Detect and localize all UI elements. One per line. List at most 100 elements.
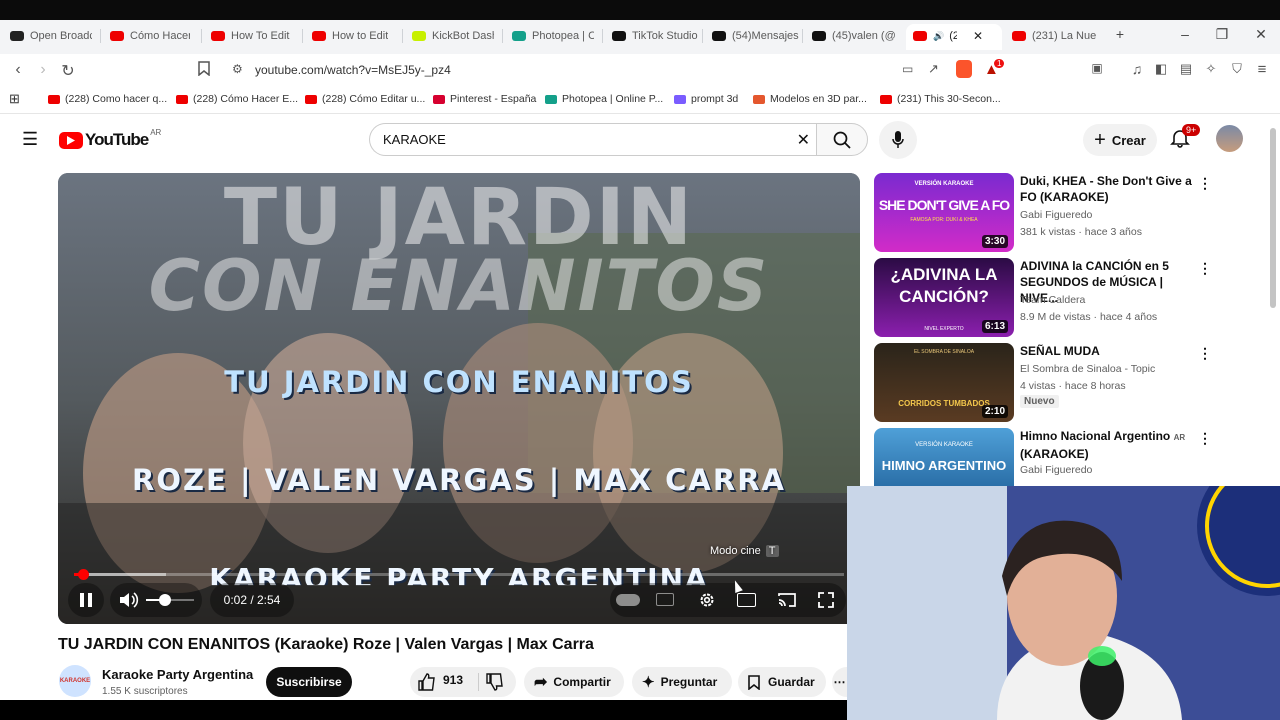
browser-tab[interactable]: KickBot Dash: [412, 25, 494, 47]
channel-name[interactable]: Karaoke Party Argentina: [102, 667, 253, 682]
subtitles-icon[interactable]: [656, 593, 674, 606]
browser-tab[interactable]: Photopea | C: [512, 25, 594, 47]
bookmark-label: (228) Como hacer q...: [65, 93, 168, 105]
channel-avatar[interactable]: KARAOKE: [59, 665, 91, 697]
leo-icon[interactable]: ▣: [1087, 61, 1107, 75]
forward-icon[interactable]: ›: [33, 61, 53, 79]
recommendation-item[interactable]: VERSIÓN KARAOKE HIMNO ARGENTINO Himno Na…: [874, 428, 1214, 486]
share-button[interactable]: ➦ Compartir: [524, 667, 624, 697]
recommendation-item[interactable]: VERSIÓN KARAOKE SHE DON'T GIVE A FO FAMO…: [874, 173, 1214, 253]
settings-gear-icon[interactable]: [698, 591, 716, 609]
recommendation-channel[interactable]: Gabi Figueredo: [1020, 209, 1092, 221]
create-button[interactable]: + Crear: [1083, 124, 1157, 156]
address-bar[interactable]: ⚙ youtube.com/watch?v=MsEJ5y-_pz4 ▭ ↗ ▲ …: [222, 58, 1012, 82]
save-button[interactable]: Guardar: [738, 667, 826, 697]
install-app-icon[interactable]: ▭: [902, 62, 913, 76]
youtube-logo[interactable]: YouTube AR: [59, 128, 161, 150]
fullscreen-icon[interactable]: [818, 592, 834, 608]
more-options-icon[interactable]: ⋮: [1198, 260, 1212, 277]
voice-search-button[interactable]: [879, 121, 917, 159]
vpn-icon[interactable]: ⛉: [1227, 61, 1247, 77]
restore-button[interactable]: ❐: [1212, 26, 1232, 43]
bookmark-icon[interactable]: [194, 61, 214, 79]
page-scrollbar[interactable]: [1270, 128, 1276, 308]
search-button[interactable]: [816, 123, 868, 156]
new-tab-button[interactable]: +: [1110, 26, 1130, 42]
video-thumbnail[interactable]: VERSIÓN KARAOKE HIMNO ARGENTINO: [874, 428, 1014, 486]
recommendation-channel[interactable]: Gabi Figueredo: [1020, 464, 1092, 476]
thumbnail-tag: VERSIÓN KARAOKE: [915, 442, 973, 448]
recommendation-channel[interactable]: El Sombra de Sinaloa - Topic: [1020, 363, 1155, 375]
dislike-button[interactable]: [486, 673, 504, 694]
progress-bar[interactable]: [74, 569, 844, 580]
recommendation-channel[interactable]: Team Caldera: [1020, 294, 1085, 306]
bookmark-item[interactable]: (231) This 30-Secon...: [880, 93, 1001, 105]
reload-icon[interactable]: ↻: [58, 61, 78, 81]
bookmark-item[interactable]: (228) Cómo Hacer E...: [176, 93, 298, 105]
more-options-icon[interactable]: ⋮: [1198, 430, 1212, 447]
more-options-icon[interactable]: ⋮: [1198, 175, 1212, 192]
close-tab-icon[interactable]: ✕: [973, 29, 983, 43]
tab-audio-icon[interactable]: 🔊: [933, 31, 944, 42]
browser-tab[interactable]: (231) La Nue: [1012, 25, 1100, 47]
back-icon[interactable]: ‹: [8, 61, 28, 79]
url-text[interactable]: youtube.com/watch?v=MsEJ5y-_pz4: [255, 63, 451, 77]
browser-tab[interactable]: How To Edit: [211, 25, 293, 47]
brave-shields-icon[interactable]: [956, 60, 972, 78]
bookmark-item[interactable]: (228) Como hacer q...: [48, 93, 167, 105]
bookmark-item[interactable]: (228) Cómo Editar u...: [305, 93, 425, 105]
notifications-button[interactable]: 9+: [1170, 124, 1201, 153]
bookmark-item[interactable]: Pinterest - España: [433, 93, 536, 105]
like-button[interactable]: 913: [418, 673, 463, 691]
recommendation-title[interactable]: SEÑAL MUDA: [1020, 343, 1200, 359]
more-actions-button[interactable]: ⋯: [832, 667, 847, 697]
menu-icon[interactable]: ≡: [1252, 61, 1272, 78]
hamburger-menu-icon[interactable]: ☰: [22, 129, 38, 150]
more-options-icon[interactable]: ⋮: [1198, 345, 1212, 362]
close-window-button[interactable]: ✕: [1251, 26, 1271, 43]
search-box[interactable]: ✕: [369, 123, 816, 156]
autoplay-toggle[interactable]: [616, 594, 640, 606]
ai-icon[interactable]: ✧: [1201, 61, 1221, 77]
tab-separator: [201, 29, 202, 43]
cast-icon[interactable]: [777, 592, 797, 608]
bookmark-item[interactable]: Photopea | Online P...: [545, 93, 663, 105]
share-icon[interactable]: ↗: [928, 61, 939, 77]
recommendation-title[interactable]: Himno Nacional Argentino AR (KARAOKE): [1020, 428, 1200, 462]
recommendation-item[interactable]: ¿ADIVINA LA CANCIÓN? NIVEL EXPERTO 6:13 …: [874, 258, 1214, 338]
subscribe-button[interactable]: Suscribirse: [266, 667, 352, 697]
minimize-button[interactable]: –: [1175, 26, 1195, 42]
theater-mode-icon[interactable]: [737, 593, 756, 607]
browser-tab[interactable]: Cómo Hacer: [110, 25, 190, 47]
volume-control[interactable]: [110, 583, 202, 617]
browser-tab[interactable]: (45)valen (@: [812, 25, 900, 47]
wallet-icon[interactable]: ▤: [1176, 61, 1196, 77]
video-player[interactable]: TU JARDIN CON ENANITOS TU JARDIN CON ENA…: [58, 173, 860, 624]
video-thumbnail[interactable]: ¿ADIVINA LA CANCIÓN? NIVEL EXPERTO 6:13: [874, 258, 1014, 337]
search-input[interactable]: [383, 132, 763, 147]
bookmark-item[interactable]: Modelos en 3D par...: [753, 93, 867, 105]
recommendation-title[interactable]: Duki, KHEA - She Don't Give a FO (KARAOK…: [1020, 173, 1200, 205]
video-thumbnail[interactable]: VERSIÓN KARAOKE SHE DON'T GIVE A FO FAMO…: [874, 173, 1014, 252]
bookmark-item[interactable]: prompt 3d: [674, 93, 738, 105]
user-avatar[interactable]: [1216, 125, 1243, 152]
browser-tab[interactable]: TikTok Studio: [612, 25, 700, 47]
browser-tab[interactable]: How to Edit: [312, 25, 394, 47]
browser-tab[interactable]: 🔊 (231) ✕: [913, 25, 983, 47]
apps-grid-icon[interactable]: ⊞: [9, 91, 20, 107]
volume-slider[interactable]: [146, 594, 194, 606]
sidebar-icon[interactable]: ◧: [1151, 61, 1171, 77]
recommendation-meta: 8.9 M de vistas · hace 4 años: [1020, 311, 1158, 323]
ask-button[interactable]: ✦ Preguntar: [632, 667, 732, 697]
video-thumbnail[interactable]: EL SOMBRA DE SINALOA CORRIDOS TUMBADOS 2…: [874, 343, 1014, 422]
clear-search-icon[interactable]: ✕: [797, 130, 810, 150]
scrubber-handle[interactable]: [77, 569, 89, 580]
site-settings-icon[interactable]: ⚙: [232, 62, 243, 76]
media-icon[interactable]: ♫: [1127, 61, 1147, 77]
volume-handle[interactable]: [159, 594, 172, 606]
recommendation-item[interactable]: EL SOMBRA DE SINALOA CORRIDOS TUMBADOS 2…: [874, 343, 1214, 423]
browser-tab[interactable]: (54)Mensajes: [712, 25, 800, 47]
pause-button[interactable]: [68, 583, 104, 617]
browser-tab[interactable]: Open Broadc: [10, 25, 92, 47]
search-icon: [833, 131, 851, 149]
